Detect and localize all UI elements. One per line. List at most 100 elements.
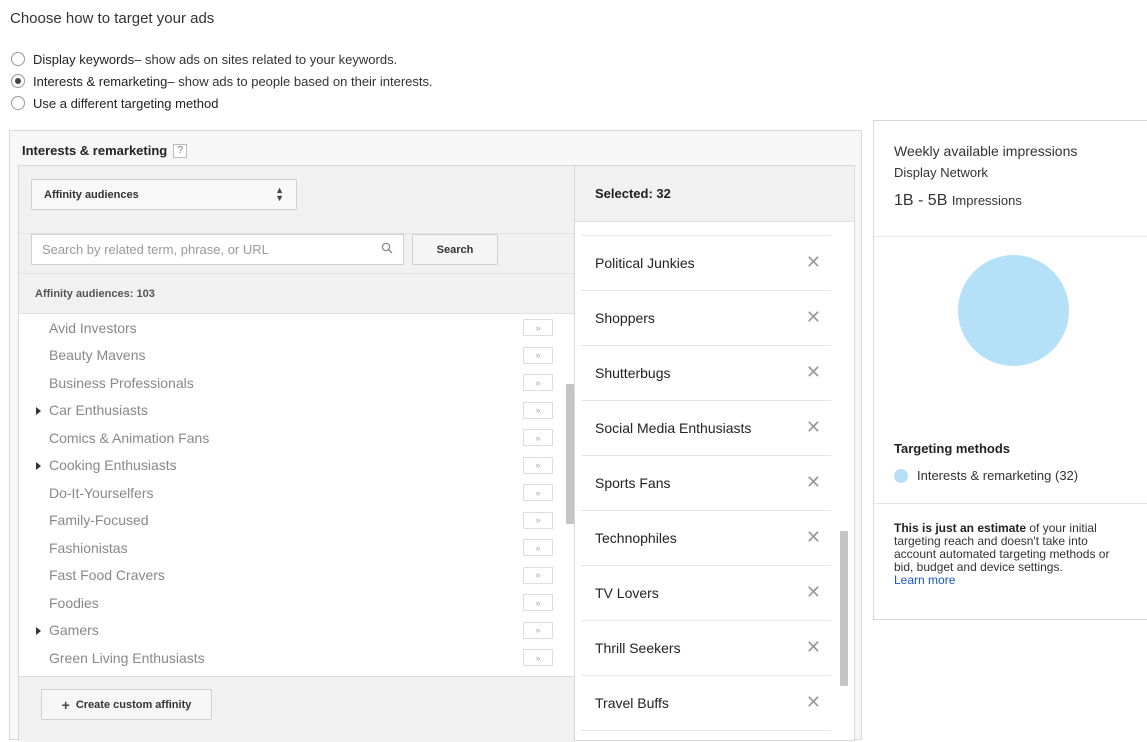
selected-item: Shutterbugs ✕ xyxy=(581,346,831,401)
panel-title: Interests & remarketing xyxy=(22,143,168,158)
create-button-label: Create custom affinity xyxy=(75,698,192,711)
option-desc: – show ads on sites related to your keyw… xyxy=(134,51,398,67)
estimate-note: This is just an estimate of your initial… xyxy=(874,503,1147,587)
interests-panel: Interests & remarketing ? Affinity audie… xyxy=(9,130,862,742)
audience-item[interactable]: Fashionistas » xyxy=(19,534,574,562)
learn-more-link[interactable]: Learn more xyxy=(894,574,1132,587)
option-different-method[interactable]: Use a different targeting method xyxy=(11,92,433,114)
remove-icon[interactable]: ✕ xyxy=(806,417,821,438)
add-audience-button[interactable]: » xyxy=(523,566,553,584)
audience-label: Fast Food Cravers xyxy=(49,567,165,584)
audience-label: Business Professionals xyxy=(49,374,194,391)
radio-display-keywords[interactable] xyxy=(11,52,25,66)
updown-arrows-icon: ▲ ▼ xyxy=(275,185,284,203)
add-audience-button[interactable]: » xyxy=(523,374,553,391)
selected-label: Shoppers xyxy=(595,310,655,326)
expand-triangle-icon[interactable] xyxy=(36,406,41,415)
selected-item: Technophiles ✕ xyxy=(581,511,831,566)
audience-type-dropdown[interactable]: Affinity audiences ▲ ▼ xyxy=(31,179,297,210)
audience-item[interactable]: Foodies » xyxy=(19,589,574,617)
add-audience-button[interactable]: » xyxy=(523,621,553,639)
audience-item[interactable]: Cooking Enthusiasts » xyxy=(19,452,574,480)
option-label: Interests & remarketing xyxy=(33,73,168,89)
audience-label: Gamers xyxy=(49,622,99,639)
search-button[interactable]: Search xyxy=(412,234,498,265)
create-custom-affinity-button[interactable]: + Create custom affinity xyxy=(41,689,212,720)
selected-label: Social Media Enthusiasts xyxy=(595,420,752,436)
audience-item[interactable]: Avid Investors » xyxy=(19,314,574,342)
audience-item[interactable]: Do-It-Yourselfers » xyxy=(19,479,574,507)
impressions-unit: Impressions xyxy=(951,193,1022,208)
radio-interests-remarketing[interactable] xyxy=(11,74,25,88)
add-audience-button[interactable]: » xyxy=(523,429,553,446)
audience-label: Do-It-Yourselfers xyxy=(49,484,154,501)
audience-browser: Affinity audiences ▲ ▼ Search by related … xyxy=(18,165,575,742)
audience-item[interactable]: Family-Focused » xyxy=(19,507,574,535)
audience-item[interactable]: Gamers » xyxy=(19,617,574,645)
remove-icon[interactable]: ✕ xyxy=(806,252,821,273)
targeting-methods-title: Targeting methods xyxy=(894,441,1011,456)
expand-triangle-icon[interactable] xyxy=(36,461,41,470)
selected-item: Travel Buffs ✕ xyxy=(581,676,831,731)
add-audience-button[interactable]: » xyxy=(523,649,553,666)
audience-item[interactable]: Beauty Mavens » xyxy=(19,342,574,370)
remove-icon[interactable]: ✕ xyxy=(806,692,821,713)
radio-different-method[interactable] xyxy=(11,96,25,110)
remove-icon[interactable]: ✕ xyxy=(806,362,821,383)
estimate-title: Weekly available impressions xyxy=(894,143,1078,159)
audience-item[interactable]: Fast Food Cravers » xyxy=(19,562,574,590)
option-interests-remarketing[interactable]: Interests & remarketing – show ads to pe… xyxy=(11,70,433,92)
option-label: Display keywords xyxy=(33,51,135,67)
selected-label: Political Junkies xyxy=(595,255,695,271)
add-audience-button[interactable]: » xyxy=(523,511,553,529)
audience-label: Comics & Animation Fans xyxy=(49,429,210,446)
add-audience-button[interactable]: » xyxy=(523,539,553,556)
remove-icon[interactable]: ✕ xyxy=(806,307,821,328)
search-input[interactable]: Search by related term, phrase, or URL xyxy=(31,234,404,265)
selected-item: Shoppers ✕ xyxy=(581,291,831,346)
option-label: Use a different targeting method xyxy=(33,95,219,111)
selected-label: Sports Fans xyxy=(595,475,671,491)
audience-list-scrollbar[interactable] xyxy=(566,384,574,524)
audience-footer: + Create custom affinity xyxy=(19,676,574,742)
targeting-options: Display keywords – show ads on sites rel… xyxy=(11,48,433,114)
option-display-keywords[interactable]: Display keywords – show ads on sites rel… xyxy=(11,48,433,70)
selected-label: Thrill Seekers xyxy=(595,640,681,656)
search-row: Search by related term, phrase, or URL S… xyxy=(19,234,574,274)
audience-item[interactable]: Comics & Animation Fans » xyxy=(19,424,574,452)
dropdown-row: Affinity audiences ▲ ▼ xyxy=(19,166,574,234)
estimate-panel: Weekly available impressions Display Net… xyxy=(873,120,1147,620)
selected-label: Travel Buffs xyxy=(595,695,669,711)
add-audience-button[interactable]: » xyxy=(523,456,553,474)
selected-heading: Selected: 32 xyxy=(575,166,854,222)
expand-triangle-icon[interactable] xyxy=(36,626,41,635)
reach-pie-chart xyxy=(958,255,1069,366)
add-audience-button[interactable]: » xyxy=(523,319,553,336)
help-icon[interactable]: ? xyxy=(173,143,188,158)
remove-icon[interactable]: ✕ xyxy=(806,472,821,493)
selected-column: Selected: 32 Political Junkies ✕ Shoppers ✕… xyxy=(575,165,855,741)
remove-icon[interactable]: ✕ xyxy=(806,582,821,603)
add-audience-button[interactable]: » xyxy=(523,594,553,611)
estimate-range: 1B - 5B Impressions xyxy=(894,192,1147,210)
audience-label: Foodies xyxy=(49,594,99,611)
search-icon xyxy=(381,242,393,257)
audience-label: Avid Investors xyxy=(49,319,137,336)
add-audience-button[interactable]: » xyxy=(523,346,553,364)
selected-item: Social Media Enthusiasts ✕ xyxy=(581,401,831,456)
add-audience-button[interactable]: » xyxy=(523,401,553,419)
note-bold: This is just an estimate xyxy=(894,521,1027,535)
remove-icon[interactable]: ✕ xyxy=(806,637,821,658)
audience-label: Fashionistas xyxy=(49,539,128,556)
dropdown-value: Affinity audiences xyxy=(44,188,139,201)
add-audience-button[interactable]: » xyxy=(523,484,553,501)
page-title: Choose how to target your ads xyxy=(10,10,215,27)
remove-icon[interactable]: ✕ xyxy=(806,527,821,548)
audience-label: Car Enthusiasts xyxy=(49,402,148,419)
audience-item[interactable]: Green Living Enthusiasts » xyxy=(19,644,574,672)
panel-header: Interests & remarketing ? xyxy=(22,143,188,158)
audience-item[interactable]: Car Enthusiasts » xyxy=(19,397,574,425)
selected-label: TV Lovers xyxy=(595,585,659,601)
selected-list-scrollbar[interactable] xyxy=(840,531,848,686)
audience-item[interactable]: Business Professionals » xyxy=(19,369,574,397)
